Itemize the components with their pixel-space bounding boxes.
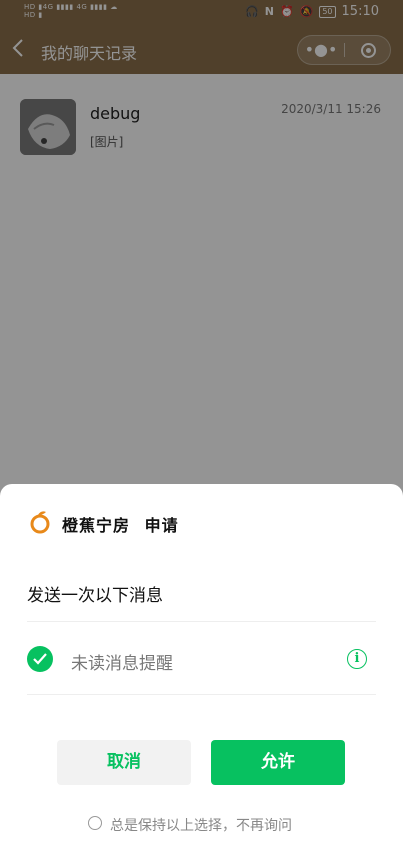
info-icon[interactable]: i	[347, 649, 367, 669]
checkbox-checked[interactable]	[27, 646, 53, 672]
dialog-title: 橙蕉宁房 申请	[62, 512, 179, 536]
app-name: 橙蕉宁房	[62, 516, 131, 535]
remember-label: 总是保持以上选择，不再询问	[110, 818, 292, 834]
app-logo-icon	[29, 510, 51, 534]
check-icon	[33, 653, 47, 665]
dialog-action: 申请	[144, 516, 179, 535]
divider	[27, 694, 376, 695]
cancel-button[interactable]: 取消	[57, 740, 191, 785]
divider	[27, 621, 376, 622]
radio-unchecked[interactable]	[88, 816, 102, 830]
allow-button[interactable]: 允许	[211, 740, 345, 785]
subscribe-permission-sheet: 橙蕉宁房 申请 发送一次以下消息 未读消息提醒 i 取消 允许 总是保持以上选择…	[0, 484, 403, 865]
request-description: 发送一次以下消息	[27, 586, 163, 606]
remember-choice[interactable]: 总是保持以上选择，不再询问	[88, 814, 348, 834]
option-label: 未读消息提醒	[71, 654, 173, 674]
message-option[interactable]: 未读消息提醒 i	[27, 644, 376, 676]
